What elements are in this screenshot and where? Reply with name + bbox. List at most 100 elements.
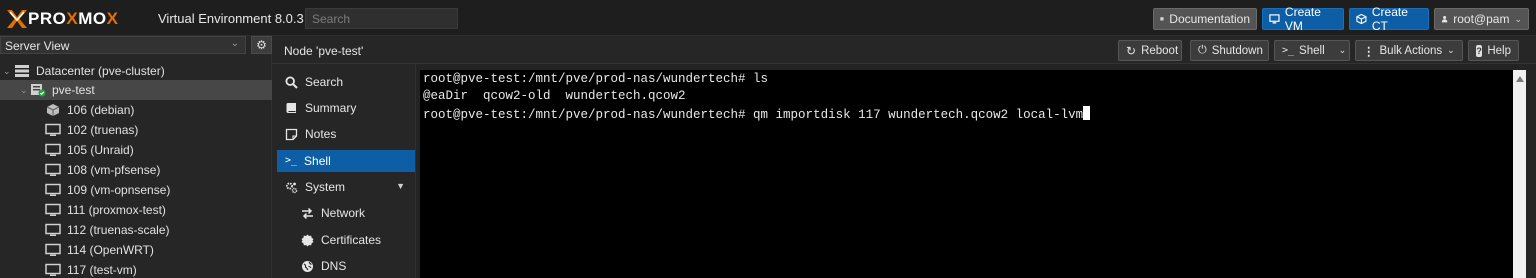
chevron-down-icon: ⌄ bbox=[1447, 45, 1455, 55]
search-icon bbox=[285, 75, 298, 89]
chevron-down-icon: ⌄ bbox=[230, 38, 239, 49]
create-vm-button[interactable]: Create VM bbox=[1262, 5, 1344, 33]
monitor-icon bbox=[45, 263, 61, 276]
nav-item-shell[interactable]: >_ Shell bbox=[277, 150, 415, 172]
tree-item-node[interactable]: ⌄ pve-test bbox=[0, 80, 272, 100]
terminal-line-text: root@pve-test:/mnt/pve/prod-nas/wunderte… bbox=[423, 108, 1084, 122]
page-title: Node 'pve-test' bbox=[284, 44, 364, 58]
tree-item-guest[interactable]: 112 (truenas-scale) bbox=[0, 220, 272, 240]
shell-label: Shell bbox=[1299, 44, 1325, 57]
create-vm-label: Create VM bbox=[1284, 5, 1321, 33]
terminal-line: root@pve-test:/mnt/pve/prod-nas/wunderte… bbox=[423, 72, 769, 86]
tree-item-guest[interactable]: 108 (vm-pfsense) bbox=[0, 160, 272, 180]
tree-item-label: 102 (truenas) bbox=[67, 123, 139, 137]
tree-item-guest[interactable]: 102 (truenas) bbox=[0, 120, 272, 140]
scroll-up-arrow-icon[interactable] bbox=[1516, 76, 1524, 82]
create-ct-label: Create CT bbox=[1371, 5, 1408, 33]
bulk-actions-label: Bulk Actions bbox=[1379, 44, 1443, 57]
tree-item-guest[interactable]: 111 (proxmox-test) bbox=[0, 200, 272, 220]
node-nav-panel: Search Summary Notes >_ Shell System ▼ N… bbox=[272, 64, 416, 278]
book-icon bbox=[1160, 17, 1164, 21]
nav-item-label: Shell bbox=[304, 154, 331, 168]
tree-item-label: 111 (proxmox-test) bbox=[67, 203, 166, 217]
top-bar: PROXMOX Virtual Environment 8.0.3 Docume… bbox=[0, 0, 1536, 36]
nav-item-notes[interactable]: Notes bbox=[277, 123, 415, 145]
tree-item-guest[interactable]: 106 (debian) bbox=[0, 100, 272, 120]
bulk-actions-button[interactable]: ⋮ Bulk Actions ⌄ bbox=[1355, 40, 1463, 61]
expand-arrow-icon[interactable]: ⌄ bbox=[0, 66, 11, 77]
nav-item-label: Search bbox=[305, 75, 344, 89]
cogs-icon bbox=[286, 182, 298, 193]
nav-item-certificates[interactable]: Certificates bbox=[277, 229, 415, 251]
book-icon bbox=[286, 102, 296, 113]
terminal-line-current: root@pve-test:/mnt/pve/prod-nas/wunderte… bbox=[423, 106, 1091, 123]
terminal-scrollbar[interactable] bbox=[1513, 70, 1526, 278]
logo-text: PROXMOX bbox=[28, 9, 118, 29]
tree-item-guest[interactable]: 109 (vm-opnsense) bbox=[0, 180, 272, 200]
caret-down-icon[interactable]: ▼ bbox=[396, 181, 405, 191]
nav-item-search[interactable]: Search bbox=[277, 71, 415, 93]
tree-item-label: 108 (vm-pfsense) bbox=[67, 163, 161, 177]
tree-item-label: 112 (truenas-scale) bbox=[67, 223, 170, 237]
nav-item-label: Certificates bbox=[321, 233, 382, 247]
gear-icon[interactable]: ⚙ bbox=[251, 36, 272, 54]
monitor-icon bbox=[45, 143, 61, 156]
monitor-icon bbox=[45, 203, 61, 216]
tree-item-datacenter[interactable]: ⌄ Datacenter (pve-cluster) bbox=[0, 61, 272, 81]
expand-arrow-icon[interactable]: ⌄ bbox=[0, 85, 30, 96]
monitor-icon bbox=[45, 163, 61, 176]
shell-terminal[interactable]: root@pve-test:/mnt/pve/prod-nas/wunderte… bbox=[420, 70, 1513, 278]
nav-item-label: Network bbox=[321, 206, 366, 220]
shell-menu-button[interactable]: >_ Shell ⌄ bbox=[1274, 40, 1350, 61]
nav-item-label: DNS bbox=[321, 259, 347, 273]
create-ct-button[interactable]: Create CT bbox=[1349, 5, 1429, 33]
view-selector[interactable]: Server View ⌄ bbox=[0, 36, 246, 54]
terminal-cursor bbox=[1083, 106, 1091, 120]
monitor-icon bbox=[45, 243, 61, 256]
documentation-label: Documentation bbox=[1169, 12, 1250, 26]
reboot-button[interactable]: ↻ Reboot bbox=[1118, 40, 1182, 61]
tree-item-label: 109 (vm-opnsense) bbox=[67, 183, 171, 197]
terminal-icon: >_ bbox=[1282, 45, 1295, 56]
tree-item-label: 117 (test-vm) bbox=[67, 263, 137, 277]
monitor-icon bbox=[45, 183, 61, 196]
search-input[interactable] bbox=[305, 8, 458, 29]
nav-item-dns[interactable]: DNS bbox=[277, 255, 415, 277]
nav-item-network[interactable]: Network bbox=[277, 202, 415, 224]
logo-text-x: X bbox=[66, 9, 79, 28]
shutdown-button[interactable]: ⏻ Shutdown bbox=[1190, 40, 1269, 61]
nav-item-system[interactable]: System ▼ bbox=[277, 176, 415, 198]
proxmox-logo[interactable]: PROXMOX bbox=[6, 9, 118, 29]
monitor-icon bbox=[45, 223, 61, 236]
tree-item-label: 114 (OpenWRT) bbox=[67, 243, 154, 257]
right-gutter bbox=[1526, 64, 1536, 278]
logo-text-x2: X bbox=[106, 9, 119, 28]
help-label: Help bbox=[1487, 44, 1511, 57]
globe-icon bbox=[302, 260, 313, 272]
proxmox-x-icon bbox=[7, 10, 27, 28]
nav-item-label: Summary bbox=[305, 101, 357, 115]
tree-item-guest[interactable]: 105 (Unraid) bbox=[0, 140, 272, 160]
help-button[interactable]: ? Help bbox=[1468, 40, 1519, 61]
user-label: root@pam bbox=[1453, 12, 1510, 26]
shutdown-label: Shutdown bbox=[1211, 44, 1263, 57]
nav-item-summary[interactable]: Summary bbox=[277, 97, 415, 119]
user-menu-button[interactable]: root@pam ⌄ bbox=[1434, 8, 1529, 30]
ellipsis-vertical-icon: ⋮ bbox=[1363, 45, 1375, 58]
chevron-down-icon[interactable]: ⌄ bbox=[1339, 45, 1347, 56]
power-icon: ⏻ bbox=[1198, 44, 1207, 56]
certificate-icon bbox=[301, 234, 314, 246]
monitor-icon bbox=[45, 123, 61, 136]
question-icon: ? bbox=[1476, 44, 1483, 57]
tree-item-guest[interactable]: 117 (test-vm) bbox=[0, 260, 272, 278]
tree-item-guest[interactable]: 114 (OpenWRT) bbox=[0, 240, 272, 260]
documentation-button[interactable]: Documentation bbox=[1153, 8, 1257, 30]
tree-item-label: 106 (debian) bbox=[67, 103, 135, 117]
refresh-icon: ↻ bbox=[1126, 43, 1137, 58]
note-icon bbox=[285, 128, 298, 140]
logo-text-mo: MO bbox=[78, 9, 107, 28]
tree-item-label: 105 (Unraid) bbox=[67, 143, 134, 157]
node-header: Node 'pve-test' ↻ Reboot ⏻ Shutdown >_ S… bbox=[272, 36, 1536, 64]
desktop-icon bbox=[1269, 14, 1280, 24]
product-version: Virtual Environment 8.0.3 bbox=[158, 11, 304, 26]
